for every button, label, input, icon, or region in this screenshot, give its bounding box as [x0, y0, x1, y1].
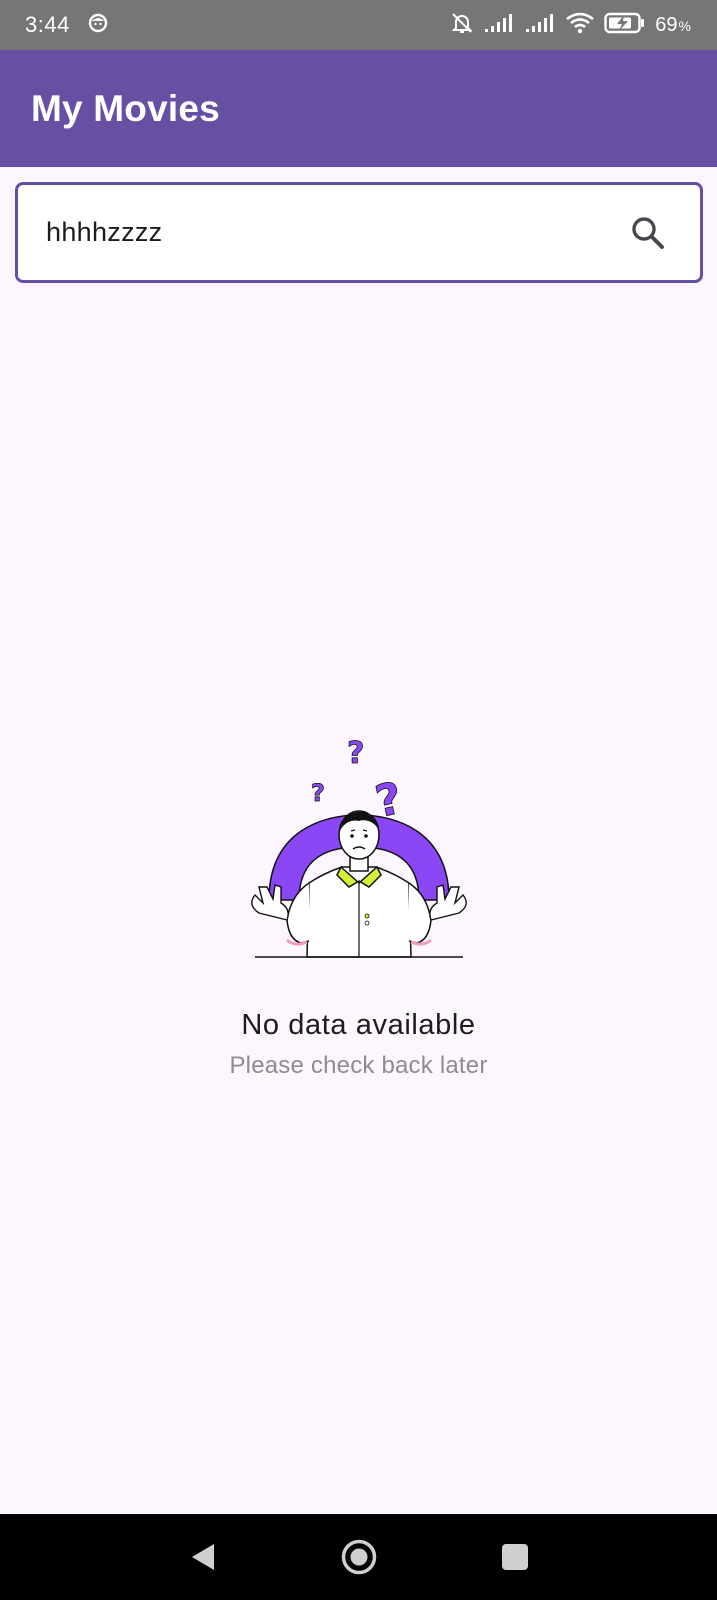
app-title: My Movies	[31, 87, 220, 129]
empty-state-title: No data available	[241, 1009, 476, 1041]
app-bar: My Movies	[0, 50, 717, 167]
battery-level: 69%	[655, 14, 691, 37]
face-icon	[88, 13, 108, 38]
empty-state-subtitle: Please check back later	[229, 1052, 488, 1079]
bell-off-icon	[450, 11, 474, 40]
battery-percent: 69	[655, 13, 678, 36]
battery-charging-icon	[604, 12, 646, 39]
signal-icon	[524, 13, 556, 38]
empty-state: ? ? ? No data available Please check bac…	[0, 735, 717, 1080]
search-field[interactable]	[15, 182, 703, 283]
back-icon[interactable]	[173, 1527, 233, 1587]
navigation-bar	[0, 1514, 717, 1600]
search-icon[interactable]	[626, 211, 670, 255]
search-input[interactable]	[46, 217, 566, 248]
status-bar: 3:44 69 %	[0, 0, 717, 50]
wifi-icon	[565, 12, 595, 39]
recents-icon[interactable]	[485, 1527, 545, 1587]
svg-text:?: ?	[347, 736, 364, 771]
confused-person-illustration: ? ? ?	[250, 736, 467, 958]
status-time: 3:44	[25, 12, 70, 37]
battery-unit: %	[678, 17, 691, 34]
screen: 3:44 69 % My Movies hhhhzzzz ? ? ? No da…	[0, 0, 717, 1600]
signal-icon	[483, 13, 515, 38]
svg-text:?: ?	[311, 779, 325, 807]
home-icon[interactable]	[329, 1527, 389, 1587]
